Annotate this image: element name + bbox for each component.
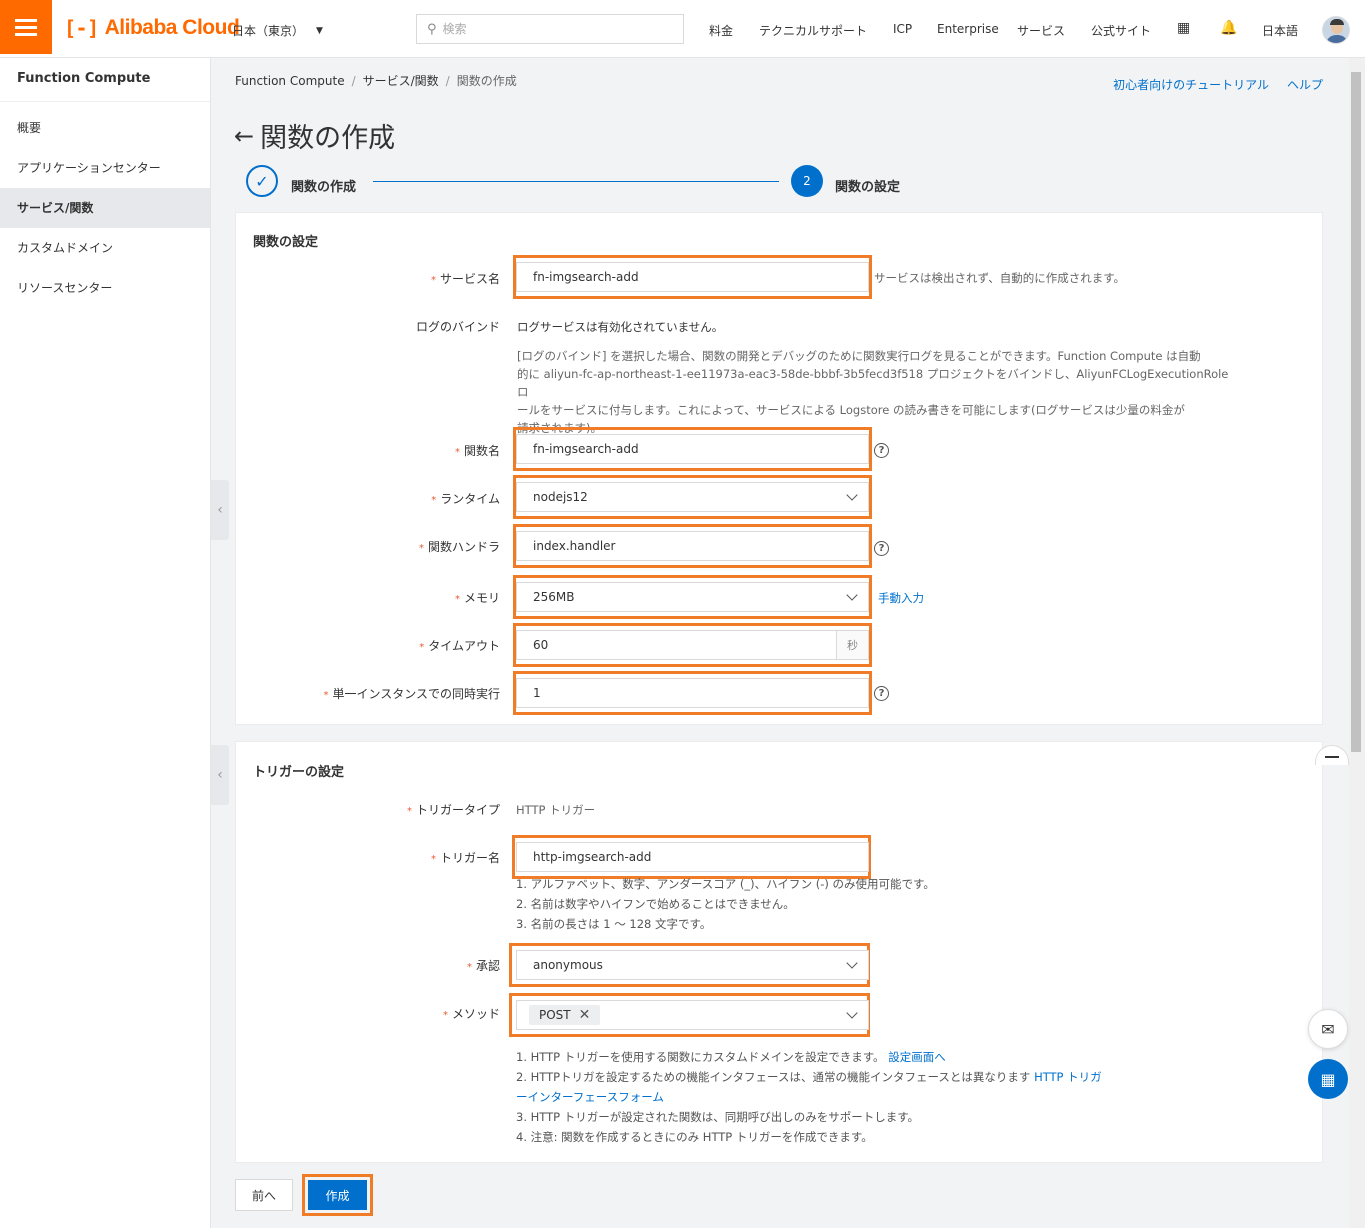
- chevron-left-icon: ‹: [217, 767, 223, 783]
- caret-down-icon: ▼: [316, 25, 323, 36]
- function-settings-card: 関数の設定 * サービス名 fn-imgsearch-add サービスは検出されず…: [235, 212, 1323, 725]
- trigger-type-label: * トリガータイプ: [406, 803, 500, 817]
- prev-button[interactable]: 前へ: [235, 1179, 293, 1211]
- logo[interactable]: [-] Alibaba Cloud: [64, 16, 240, 40]
- nav-pricing[interactable]: 料金: [709, 22, 733, 39]
- memory-label: * メモリ: [454, 591, 500, 605]
- trigger-name-rules: 1. アルファベット、数字、アンダースコア (_)、ハイフン (-) のみ使用可…: [516, 877, 935, 931]
- chevron-down-icon: [846, 589, 858, 601]
- search-box[interactable]: ⚲: [416, 14, 684, 44]
- help-icon[interactable]: ?: [874, 541, 889, 556]
- method-tag: POST ✕: [529, 1005, 601, 1025]
- timeout-input[interactable]: 60 秒: [516, 630, 869, 660]
- search-input[interactable]: [442, 22, 663, 36]
- sidebar-title: Function Compute: [0, 58, 210, 102]
- search-icon: ⚲: [427, 21, 437, 37]
- sidebar-collapse-handle-2[interactable]: ‹: [211, 745, 229, 805]
- region-selector[interactable]: 日本（東京） ▼: [232, 22, 323, 39]
- trigger-type-value: HTTP トリガー: [516, 803, 596, 817]
- nav-official-site[interactable]: 公式サイト: [1091, 22, 1151, 39]
- auth-label: * 承認: [466, 959, 500, 973]
- service-name-label: * サービス名: [430, 272, 500, 286]
- service-name-input[interactable]: fn-imgsearch-add: [516, 262, 869, 292]
- step-connector: [373, 181, 779, 182]
- breadcrumb: Function Compute / サービス/関数 / 関数の作成: [235, 74, 517, 88]
- chat-icon[interactable]: ✉: [1308, 1009, 1348, 1049]
- log-binding-status: ログサービスは有効化されていません。: [517, 320, 724, 334]
- handler-label: * 関数ハンドラ: [418, 540, 500, 554]
- step-1-label: 関数の作成: [291, 180, 357, 195]
- step-2-label: 関数の設定: [835, 180, 901, 195]
- handler-input[interactable]: index.handler: [516, 531, 869, 561]
- timeout-unit: 秒: [836, 631, 868, 659]
- sidebar-item-overview[interactable]: 概要: [0, 108, 210, 148]
- sidebar-item-custom-domain[interactable]: カスタムドメイン: [0, 228, 210, 268]
- function-name-label: * 関数名: [454, 444, 500, 458]
- menu-icon[interactable]: [0, 0, 52, 54]
- method-select[interactable]: POST ✕: [516, 1000, 869, 1030]
- method-label: * メソッド: [442, 1007, 500, 1021]
- settings-page-link[interactable]: 設定画面へ: [888, 1050, 946, 1064]
- avatar[interactable]: [1322, 16, 1350, 44]
- alibaba-logo-icon: [-]: [64, 16, 99, 40]
- back-arrow-icon[interactable]: ←: [234, 122, 254, 150]
- top-bar: [-] Alibaba Cloud 日本（東京） ▼ ⚲ 料金 テクニカルサポー…: [0, 0, 1365, 58]
- function-name-input[interactable]: fn-imgsearch-add: [516, 434, 869, 464]
- trigger-name-input[interactable]: http-imgsearch-add: [516, 842, 869, 872]
- nav-support[interactable]: テクニカルサポート: [759, 22, 867, 39]
- timeout-label: * タイムアウト: [419, 639, 500, 653]
- help-icon[interactable]: ?: [874, 686, 889, 701]
- nav-icp[interactable]: ICP: [893, 22, 912, 36]
- concurrency-label: * 単一インスタンスでの同時実行: [323, 687, 500, 701]
- memory-select[interactable]: 256MB: [516, 582, 869, 612]
- breadcrumb-item[interactable]: Function Compute: [235, 74, 345, 88]
- chevron-down-icon: [846, 1007, 858, 1019]
- top-links: 初心者向けのチュートリアル ヘルプ: [1113, 76, 1323, 93]
- trigger-settings-card: トリガーの設定 * トリガータイプ HTTP トリガー * トリガー名 http-i…: [235, 741, 1323, 1163]
- minimize-icon[interactable]: [1315, 745, 1349, 765]
- sidebar-item-resource-center[interactable]: リソースセンター: [0, 268, 210, 308]
- create-button[interactable]: 作成: [308, 1180, 367, 1210]
- http-trigger-link[interactable]: HTTP トリガ: [1034, 1070, 1102, 1084]
- help-link[interactable]: ヘルプ: [1287, 76, 1323, 93]
- tutorial-link[interactable]: 初心者向けのチュートリアル: [1113, 76, 1269, 93]
- close-icon[interactable]: ✕: [579, 1007, 591, 1023]
- nav-enterprise[interactable]: Enterprise: [937, 22, 999, 36]
- log-binding-description: [ログのバインド] を選択した場合、関数の開発とデバッグのために関数実行ログを見…: [517, 349, 1229, 435]
- chevron-down-icon: [846, 489, 858, 501]
- auth-select[interactable]: anonymous: [516, 950, 869, 980]
- service-name-hint: サービスは検出されず、自動的に作成されます。: [874, 271, 1126, 285]
- step-2-number: 2: [791, 165, 823, 197]
- logo-text: Alibaba Cloud: [104, 16, 240, 39]
- trigger-name-label: * トリガー名: [430, 851, 500, 865]
- trigger-notes: 1. HTTP トリガーを使用する関数にカスタムドメインを設定できます。 設定画…: [516, 1050, 1102, 1144]
- sidebar: Function Compute 概要 アプリケーションセンター サービス/関数…: [0, 58, 211, 1228]
- breadcrumb-current: 関数の作成: [456, 74, 517, 88]
- bell-icon[interactable]: 🔔: [1220, 20, 1237, 36]
- runtime-select[interactable]: nodejs12: [516, 482, 869, 512]
- sidebar-item-services[interactable]: サービス/関数: [0, 188, 210, 228]
- sidebar-item-app-center[interactable]: アプリケーションセンター: [0, 148, 210, 188]
- concurrency-input[interactable]: 1: [516, 678, 869, 708]
- chevron-down-icon: [846, 957, 858, 969]
- scrollbar-thumb[interactable]: [1351, 72, 1361, 752]
- terminal-icon[interactable]: ▦: [1177, 20, 1190, 36]
- card-title: 関数の設定: [253, 235, 319, 250]
- chevron-left-icon: ‹: [217, 502, 223, 518]
- breadcrumb-item[interactable]: サービス/関数: [363, 74, 439, 88]
- card-title: トリガーの設定: [253, 765, 345, 780]
- manual-input-link[interactable]: 手動入力: [878, 589, 924, 607]
- page-title: ← 関数の作成: [234, 116, 395, 155]
- help-icon[interactable]: ?: [874, 443, 889, 458]
- nav-services[interactable]: サービス: [1017, 22, 1065, 39]
- region-label: 日本（東京）: [232, 24, 305, 38]
- apps-grid-icon[interactable]: ▦: [1308, 1059, 1348, 1099]
- page-title-text: 関数の作成: [260, 123, 396, 154]
- http-trigger-link-cont[interactable]: ーインターフェースフォーム: [516, 1090, 664, 1104]
- language-selector[interactable]: 日本語: [1262, 22, 1298, 39]
- runtime-label: * ランタイム: [431, 492, 500, 506]
- log-binding-label: ログのバインド: [415, 320, 500, 334]
- sidebar-collapse-handle[interactable]: ‹: [211, 480, 229, 540]
- step-done-check-icon: ✓: [246, 165, 278, 197]
